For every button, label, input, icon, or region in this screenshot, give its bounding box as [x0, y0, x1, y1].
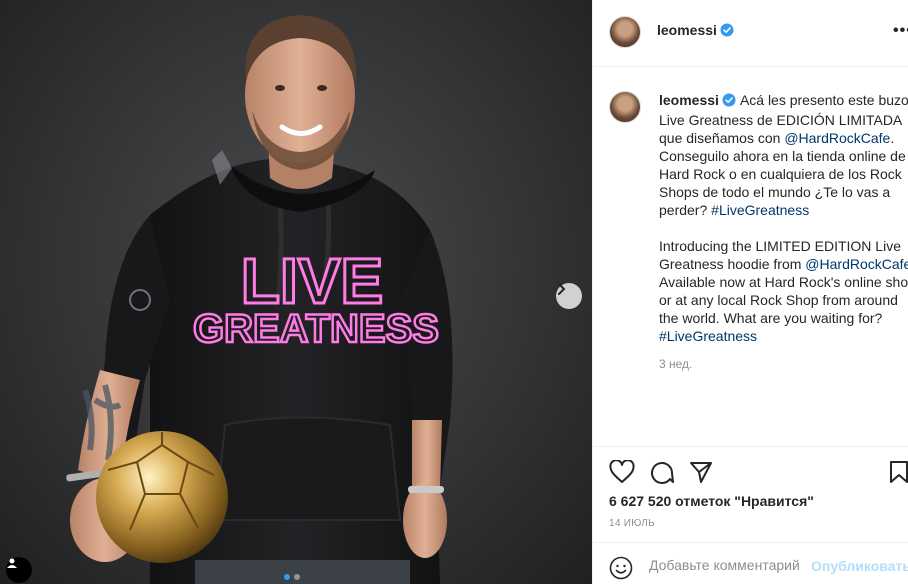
comment-form: Опубликовать: [593, 542, 908, 584]
post-details-panel: leomessi ••• leomessiAcá les presento es…: [592, 0, 908, 584]
caption-avatar[interactable]: [609, 91, 641, 123]
caption-username[interactable]: leomessi: [659, 92, 736, 108]
header-username[interactable]: leomessi: [657, 22, 734, 40]
carousel-dot-2: [294, 574, 300, 580]
comment-button[interactable]: [649, 460, 675, 489]
header-username-text[interactable]: leomessi: [657, 22, 717, 38]
likes-count[interactable]: 6 627 520 отметок "Нравится": [609, 493, 814, 509]
hashtag-link[interactable]: #LiveGreatness: [659, 328, 757, 344]
avatar[interactable]: [609, 16, 641, 48]
more-options-button[interactable]: •••: [893, 22, 908, 40]
verified-icon: [720, 23, 734, 40]
heart-icon: [609, 459, 635, 488]
post-photo-illustration: LIVE GREATNESS: [66, 15, 453, 584]
emoji-button[interactable]: [609, 556, 633, 584]
comment-input[interactable]: [649, 555, 799, 575]
post-header: leomessi •••: [593, 0, 908, 67]
post-caption: leomessi Acá les presento este buzo Live …: [593, 68, 908, 446]
bookmark-icon: [889, 461, 908, 488]
caption-time-ago[interactable]: 3 нед.: [659, 357, 692, 371]
emoji-icon: [609, 556, 633, 584]
post-comment-button[interactable]: Опубликовать: [811, 558, 908, 574]
share-button[interactable]: [689, 460, 713, 489]
hoodie-text-line2: GREATNESS: [193, 307, 439, 351]
save-button[interactable]: [889, 460, 908, 489]
user-tags-button[interactable]: [6, 557, 32, 583]
post-actions: 6 627 520 отметок "Нравится" 14 ИЮЛЬ: [593, 446, 908, 542]
comment-icon: [649, 462, 675, 488]
carousel-indicator: [284, 574, 300, 580]
more-icon: •••: [893, 22, 908, 39]
like-button[interactable]: [609, 459, 635, 489]
post-date[interactable]: 14 ИЮЛЬ: [609, 518, 655, 529]
carousel-next-button[interactable]: [556, 283, 582, 309]
hashtag-link[interactable]: #LiveGreatness: [711, 202, 809, 218]
share-icon: [689, 462, 713, 488]
carousel-dot-1: [284, 574, 290, 580]
mention-link[interactable]: @HardRockCafe: [784, 130, 890, 146]
caption-text: leomessi Acá les presento este buzo Live …: [659, 91, 908, 345]
post-photo[interactable]: LIVE GREATNESS: [0, 0, 592, 584]
caption-username-text[interactable]: leomessi: [659, 92, 719, 108]
verified-icon: [722, 93, 736, 111]
mention-link[interactable]: @HardRockCafe: [805, 256, 908, 272]
